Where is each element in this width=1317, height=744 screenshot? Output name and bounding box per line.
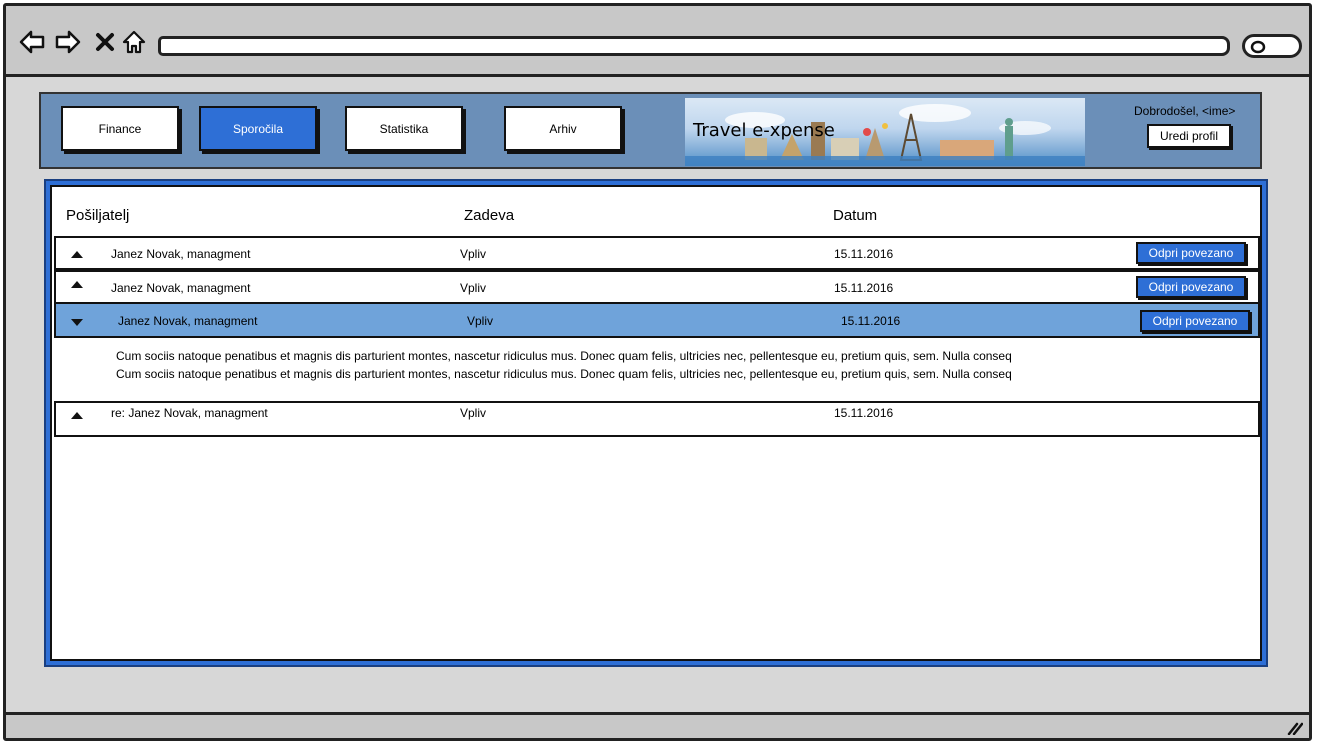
message-body-line: Cum sociis natoque penatibus et magnis d… [116, 349, 1012, 363]
resize-grip-icon[interactable] [1287, 721, 1303, 735]
row-subject: Vpliv [460, 281, 487, 295]
row-sender: re: Janez Novak, managment [111, 406, 268, 420]
expand-up-icon[interactable] [70, 279, 84, 289]
row-date: 15.11.2016 [834, 281, 894, 295]
column-header-date[interactable]: Datum [833, 207, 877, 224]
row-subject: Vpliv [467, 314, 494, 328]
row-date: 15.11.2016 [841, 314, 901, 328]
edit-profile-button[interactable]: Uredi profil [1147, 124, 1231, 148]
nav-finance-button[interactable]: Finance [61, 106, 179, 151]
row-sender: Janez Novak, managment [111, 247, 251, 261]
column-header-subject[interactable]: Zadeva [464, 207, 514, 224]
status-bar [6, 712, 1309, 738]
nav-arhiv-button[interactable]: Arhiv [504, 106, 622, 151]
open-related-button[interactable]: Odpri povezano [1136, 242, 1246, 264]
back-icon[interactable] [18, 28, 46, 56]
message-body: Cum sociis natoque penatibus et magnis d… [116, 347, 1012, 383]
open-related-button[interactable]: Odpri povezano [1140, 310, 1250, 332]
expand-up-icon[interactable] [70, 249, 84, 259]
messages-table: Pošiljatelj Zadeva Datum Janez Novak, ma… [50, 185, 1262, 661]
banner-image: Travel e-xpense [685, 98, 1085, 166]
collapse-down-icon[interactable] [70, 317, 84, 327]
welcome-text: Dobrodošel, <ime> [1134, 104, 1236, 118]
home-icon[interactable] [120, 28, 148, 56]
app-title: Travel e-xpense [693, 120, 835, 141]
row-date: 15.11.2016 [834, 247, 894, 261]
column-header-sender[interactable]: Pošiljatelj [66, 207, 129, 224]
browser-toolbar [6, 6, 1309, 77]
table-row[interactable]: Janez Novak, managment Vpliv 15.11.2016 … [54, 270, 1260, 304]
row-subject: Vpliv [460, 247, 487, 261]
nav-sporocila-button[interactable]: Sporočila [199, 106, 317, 151]
search-field[interactable] [1242, 34, 1302, 58]
row-date: 15.11.2016 [834, 406, 894, 420]
row-sender: Janez Novak, managment [111, 281, 251, 295]
search-icon [1250, 40, 1266, 54]
url-bar[interactable] [158, 36, 1230, 56]
table-row[interactable]: Janez Novak, managment Vpliv 15.11.2016 … [54, 236, 1260, 270]
row-subject: Vpliv [460, 406, 487, 420]
row-sender: Janez Novak, managment [118, 314, 258, 328]
forward-icon[interactable] [54, 28, 82, 56]
open-related-button[interactable]: Odpri povezano [1136, 276, 1246, 298]
nav-statistika-button[interactable]: Statistika [345, 106, 463, 151]
app-header: Finance Sporočila Statistika Arhiv Trave… [39, 92, 1262, 169]
close-icon[interactable] [92, 28, 120, 56]
expand-up-icon[interactable] [70, 410, 84, 420]
table-row[interactable]: re: Janez Novak, managment Vpliv 15.11.2… [54, 401, 1260, 437]
table-row-selected[interactable]: Janez Novak, managment Vpliv 15.11.2016 … [54, 302, 1260, 338]
message-body-line: Cum sociis natoque penatibus et magnis d… [116, 367, 1012, 381]
messages-panel: Pošiljatelj Zadeva Datum Janez Novak, ma… [44, 179, 1268, 667]
